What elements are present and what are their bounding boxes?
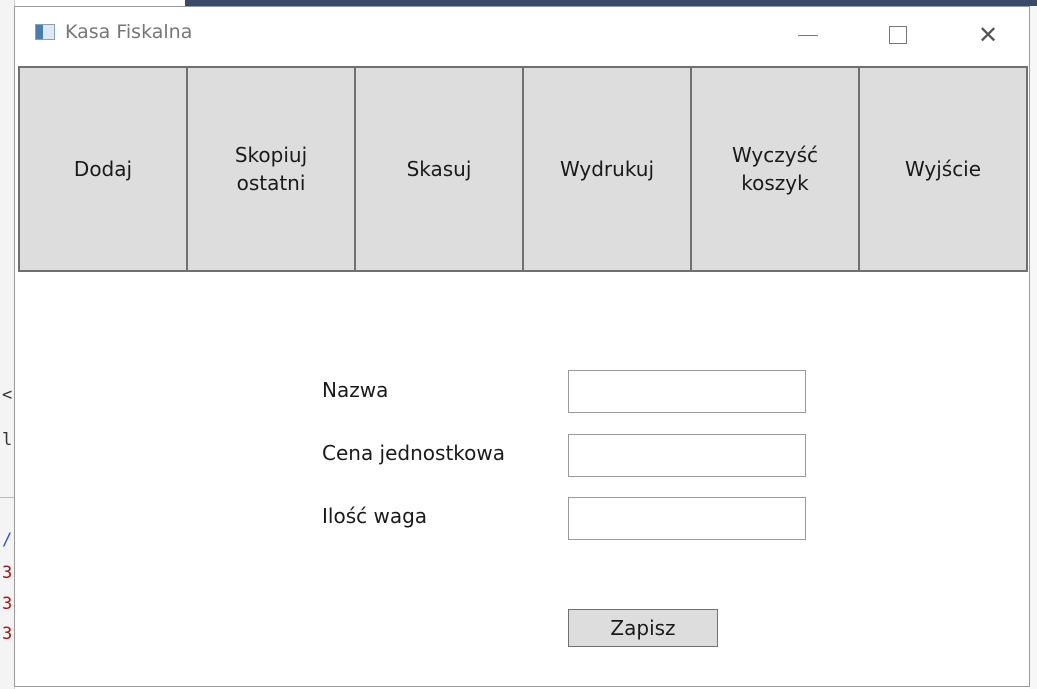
unit-price-input[interactable] — [568, 434, 806, 477]
maximize-button[interactable] — [853, 7, 943, 63]
close-button[interactable]: ✕ — [943, 7, 1033, 63]
app-window: Kasa Fiskalna ✕ Dodaj Skopiuj ostatni Sk… — [14, 6, 1030, 687]
title-bar[interactable]: Kasa Fiskalna ✕ — [15, 7, 1029, 63]
name-input[interactable] — [568, 370, 806, 413]
background-right-edge — [1030, 6, 1037, 689]
delete-button[interactable]: Skasuj — [354, 66, 524, 272]
unit-price-label: Cena jednostkowa — [322, 441, 506, 465]
window-title: Kasa Fiskalna — [65, 21, 193, 43]
background-code-glyph: 3 — [2, 594, 13, 614]
background-editor-strip: < l / 3 3 3 — [0, 0, 15, 689]
print-button[interactable]: Wydrukuj — [522, 66, 692, 272]
clear-cart-button[interactable]: Wyczyść koszyk — [690, 66, 860, 272]
close-icon: ✕ — [977, 21, 999, 49]
exit-button[interactable]: Wyjście — [858, 66, 1028, 272]
background-code-glyph: l — [2, 430, 13, 450]
quantity-weight-input[interactable] — [568, 497, 806, 540]
toolbar: Dodaj Skopiuj ostatni Skasuj Wydrukuj Wy… — [18, 66, 1028, 272]
background-divider — [0, 497, 14, 498]
minimize-button[interactable] — [763, 7, 853, 63]
app-window-icon — [35, 24, 55, 40]
name-label: Nazwa — [322, 378, 389, 402]
quantity-weight-label: Ilość waga — [322, 504, 428, 528]
background-code-glyph: < — [2, 385, 13, 405]
background-code-glyph: / — [2, 530, 13, 550]
copy-last-button[interactable]: Skopiuj ostatni — [186, 66, 356, 272]
background-code-glyph: 3 — [2, 624, 13, 644]
save-button[interactable]: Zapisz — [568, 609, 718, 647]
minimize-icon — [798, 34, 818, 36]
add-button[interactable]: Dodaj — [18, 66, 188, 272]
screen: < l / 3 3 3 Kasa Fiskalna ✕ Dodaj Skopiu… — [0, 0, 1037, 689]
maximize-icon — [889, 26, 907, 44]
background-code-glyph: 3 — [2, 563, 13, 583]
